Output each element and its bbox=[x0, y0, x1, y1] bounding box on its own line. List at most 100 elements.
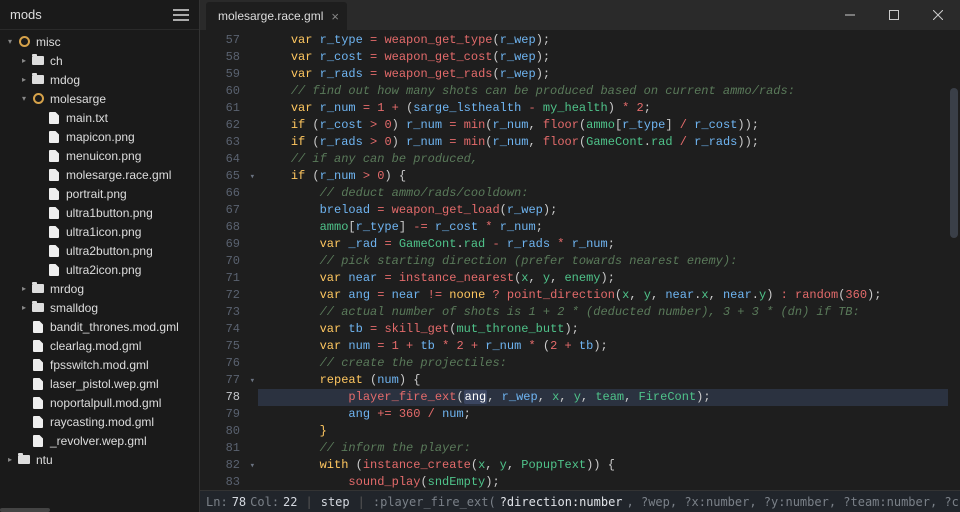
tree-expand-arrow[interactable] bbox=[20, 361, 28, 369]
gutter-line[interactable]: 74 bbox=[200, 321, 258, 338]
gutter-line[interactable]: 72 bbox=[200, 287, 258, 304]
line-gutter[interactable]: 575859606162636465▾666768697071727374757… bbox=[200, 30, 258, 490]
code-line[interactable]: var r_type = weapon_get_type(r_wep); bbox=[258, 32, 948, 49]
fold-marker-icon[interactable]: ▾ bbox=[250, 373, 255, 390]
tree-item[interactable]: ultra1icon.png bbox=[0, 222, 199, 241]
editor-v-scrollbar[interactable] bbox=[948, 30, 960, 490]
gutter-line[interactable]: 81 bbox=[200, 440, 258, 457]
tree-expand-arrow[interactable]: ▸ bbox=[20, 304, 28, 312]
tree-expand-arrow[interactable]: ▸ bbox=[6, 456, 14, 464]
gutter-line[interactable]: 60 bbox=[200, 83, 258, 100]
gutter-line[interactable]: 73 bbox=[200, 304, 258, 321]
tree-expand-arrow[interactable] bbox=[20, 342, 28, 350]
scrollbar-thumb[interactable] bbox=[0, 508, 50, 512]
gutter-line[interactable]: 78 bbox=[200, 389, 258, 406]
code-line[interactable]: with (instance_create(x, y, PopupText)) … bbox=[258, 457, 948, 474]
code-line[interactable]: ang += 360 / num; bbox=[258, 406, 948, 423]
gutter-line[interactable]: 66 bbox=[200, 185, 258, 202]
gutter-line[interactable]: 70 bbox=[200, 253, 258, 270]
gutter-line[interactable]: 79 bbox=[200, 406, 258, 423]
scrollbar-thumb[interactable] bbox=[950, 88, 958, 238]
gutter-line[interactable]: 77▾ bbox=[200, 372, 258, 389]
tree-item[interactable]: molesarge.race.gml bbox=[0, 165, 199, 184]
code-line[interactable]: // create the projectiles: bbox=[258, 355, 948, 372]
tree-expand-arrow[interactable]: ▸ bbox=[20, 285, 28, 293]
tree-item[interactable]: ▾misc bbox=[0, 32, 199, 51]
maximize-button[interactable] bbox=[872, 0, 916, 30]
tree-expand-arrow[interactable] bbox=[20, 323, 28, 331]
code-line[interactable]: repeat (num) { bbox=[258, 372, 948, 389]
tree-expand-arrow[interactable] bbox=[20, 380, 28, 388]
code-line[interactable]: // inform the player: bbox=[258, 440, 948, 457]
tree-item[interactable]: ▸smalldog bbox=[0, 298, 199, 317]
gutter-line[interactable]: 61 bbox=[200, 100, 258, 117]
code-line[interactable]: if (r_cost > 0) r_num = min(r_num, floor… bbox=[258, 117, 948, 134]
fold-marker-icon[interactable]: ▾ bbox=[250, 458, 255, 475]
minimize-button[interactable] bbox=[828, 0, 872, 30]
tree-item[interactable]: ▸ntu bbox=[0, 450, 199, 469]
tree-item[interactable]: _revolver.wep.gml bbox=[0, 431, 199, 450]
gutter-line[interactable]: 59 bbox=[200, 66, 258, 83]
tree-item[interactable]: laser_pistol.wep.gml bbox=[0, 374, 199, 393]
tree-item[interactable]: menuicon.png bbox=[0, 146, 199, 165]
code-line[interactable]: // find out how many shots can be produc… bbox=[258, 83, 948, 100]
tree-expand-arrow[interactable]: ▸ bbox=[20, 76, 28, 84]
code-area[interactable]: var r_type = weapon_get_type(r_wep); var… bbox=[258, 30, 948, 490]
tree-item[interactable]: ▸mdog bbox=[0, 70, 199, 89]
code-line[interactable]: player_fire_ext(ang, r_wep, x, y, team, … bbox=[258, 389, 948, 406]
code-line[interactable]: // actual number of shots is 1 + 2 * (de… bbox=[258, 304, 948, 321]
tree-item[interactable]: portrait.png bbox=[0, 184, 199, 203]
gutter-line[interactable]: 68 bbox=[200, 219, 258, 236]
tree-expand-arrow[interactable] bbox=[36, 114, 44, 122]
tree-item[interactable]: bandit_thrones.mod.gml bbox=[0, 317, 199, 336]
gutter-line[interactable]: 62 bbox=[200, 117, 258, 134]
tree-expand-arrow[interactable] bbox=[36, 247, 44, 255]
tree-expand-arrow[interactable] bbox=[36, 152, 44, 160]
gutter-line[interactable]: 82▾ bbox=[200, 457, 258, 474]
tree-expand-arrow[interactable] bbox=[20, 437, 28, 445]
code-line[interactable]: var _rad = GameCont.rad - r_rads * r_num… bbox=[258, 236, 948, 253]
tree-expand-arrow[interactable]: ▸ bbox=[20, 57, 28, 65]
gutter-line[interactable]: 64 bbox=[200, 151, 258, 168]
code-line[interactable]: if (r_rads > 0) r_num = min(r_num, floor… bbox=[258, 134, 948, 151]
gutter-line[interactable]: 57 bbox=[200, 32, 258, 49]
code-line[interactable]: var num = 1 + tb * 2 + r_num * (2 + tb); bbox=[258, 338, 948, 355]
code-line[interactable]: var tb = skill_get(mut_throne_butt); bbox=[258, 321, 948, 338]
gutter-line[interactable]: 67 bbox=[200, 202, 258, 219]
gutter-line[interactable]: 71 bbox=[200, 270, 258, 287]
gutter-line[interactable]: 75 bbox=[200, 338, 258, 355]
code-line[interactable]: // if any can be produced, bbox=[258, 151, 948, 168]
fold-marker-icon[interactable]: ▾ bbox=[250, 169, 255, 186]
tree-item[interactable]: mapicon.png bbox=[0, 127, 199, 146]
gutter-line[interactable]: 76 bbox=[200, 355, 258, 372]
code-line[interactable]: var ang = near != noone ? point_directio… bbox=[258, 287, 948, 304]
code-line[interactable]: var r_cost = weapon_get_cost(r_wep); bbox=[258, 49, 948, 66]
code-line[interactable]: breload = weapon_get_load(r_wep); bbox=[258, 202, 948, 219]
tree-item[interactable]: noportalpull.mod.gml bbox=[0, 393, 199, 412]
gutter-line[interactable]: 69 bbox=[200, 236, 258, 253]
tree-item[interactable]: ▸ch bbox=[0, 51, 199, 70]
code-line[interactable]: // pick starting direction (prefer towar… bbox=[258, 253, 948, 270]
gutter-line[interactable]: 83 bbox=[200, 474, 258, 490]
gutter-line[interactable]: 80 bbox=[200, 423, 258, 440]
code-line[interactable]: sound_play(sndEmpty); bbox=[258, 474, 948, 490]
code-line[interactable]: } bbox=[258, 423, 948, 440]
tree-expand-arrow[interactable]: ▾ bbox=[20, 95, 28, 103]
gutter-line[interactable]: 65▾ bbox=[200, 168, 258, 185]
tree-expand-arrow[interactable] bbox=[36, 228, 44, 236]
close-button[interactable] bbox=[916, 0, 960, 30]
tree-item[interactable]: ▸mrdog bbox=[0, 279, 199, 298]
tree-expand-arrow[interactable] bbox=[20, 418, 28, 426]
code-line[interactable]: var near = instance_nearest(x, y, enemy)… bbox=[258, 270, 948, 287]
tree-item[interactable]: raycasting.mod.gml bbox=[0, 412, 199, 431]
tree-expand-arrow[interactable] bbox=[36, 209, 44, 217]
tree-item[interactable]: ultra1button.png bbox=[0, 203, 199, 222]
sidebar-menu-icon[interactable] bbox=[173, 9, 189, 21]
tab-active[interactable]: molesarge.race.gml × bbox=[206, 2, 347, 30]
code-line[interactable]: if (r_num > 0) { bbox=[258, 168, 948, 185]
tree-expand-arrow[interactable]: ▾ bbox=[6, 38, 14, 46]
gutter-line[interactable]: 58 bbox=[200, 49, 258, 66]
tree-item[interactable]: ultra2button.png bbox=[0, 241, 199, 260]
tree-item[interactable]: fpsswitch.mod.gml bbox=[0, 355, 199, 374]
tree-item[interactable]: ▾molesarge bbox=[0, 89, 199, 108]
